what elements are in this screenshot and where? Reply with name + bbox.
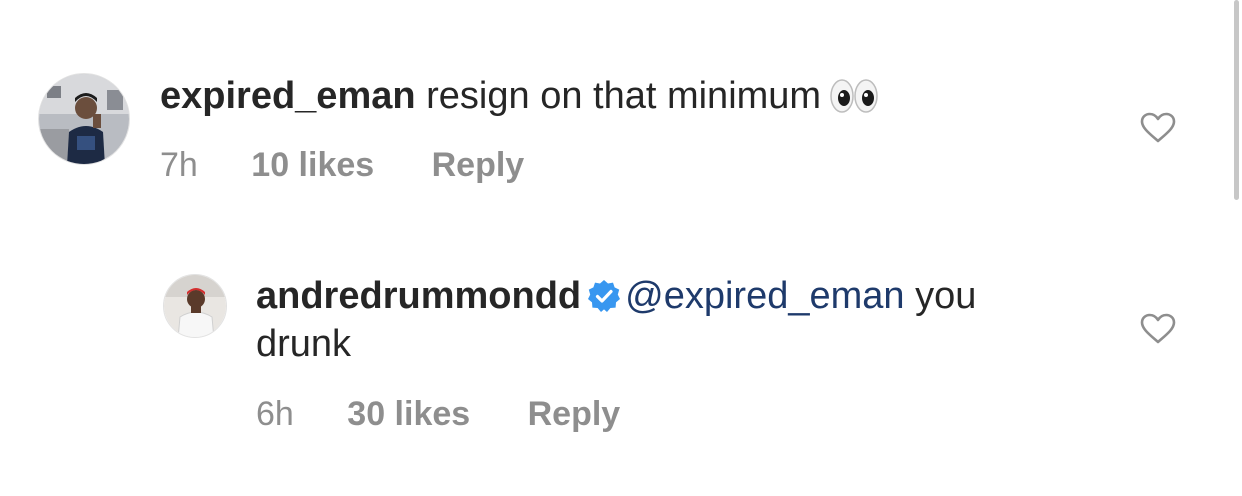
avatar-photo [164,275,226,337]
avatar[interactable] [163,274,227,338]
comment-username[interactable]: expired_eman [160,75,416,117]
heart-outline-icon[interactable] [1140,112,1176,144]
reply-button[interactable]: Reply [528,395,621,433]
comment-body: resign on that minimum [426,75,822,117]
avatar[interactable] [38,73,130,165]
comment-timestamp: 6h [256,395,294,433]
avatar-photo [39,74,129,164]
reply-button[interactable]: Reply [432,146,525,184]
comment-timestamp: 7h [160,146,198,184]
scrollbar[interactable] [1234,0,1239,200]
comment-text-line-2: drunk [256,320,351,368]
comment-likes-count[interactable]: 30 likes [347,395,470,433]
verified-badge-icon [587,277,621,325]
mention-link[interactable]: @expired_eman [625,275,904,317]
comment-text-line: andredrummondd @expired_eman you [256,272,976,325]
eyes-emoji-icon [829,78,879,126]
comment-likes-count[interactable]: 10 likes [251,146,374,184]
comment-meta: 7h 10 likes Reply [160,145,524,185]
comment-text-line: expired_eman resign on that minimum [160,72,879,126]
comment-meta: 6h 30 likes Reply [256,394,620,434]
comment-body-continued: drunk [256,323,352,365]
comment-username[interactable]: andredrummondd [256,275,581,317]
comment-body: you [915,275,977,317]
heart-outline-icon[interactable] [1140,313,1176,345]
